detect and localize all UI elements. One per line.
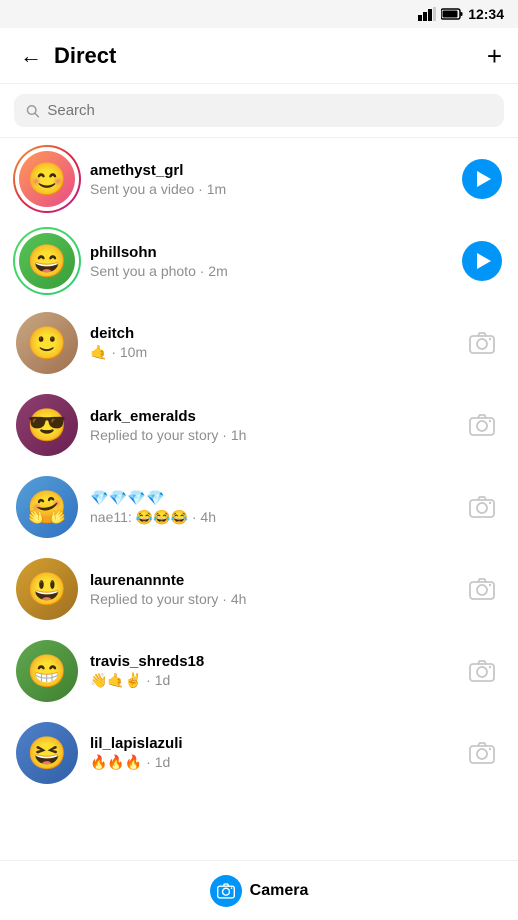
message-preview: 🤙 · 10m: [90, 344, 462, 361]
username: lil_lapislazuli: [90, 735, 462, 752]
search-bar[interactable]: [14, 94, 504, 127]
message-preview: 👋🤙✌ · 1d: [90, 672, 462, 689]
play-button[interactable]: [462, 241, 502, 281]
message-content: deitch 🤙 · 10m: [90, 325, 462, 361]
message-content: lil_lapislazuli 🔥🔥🔥 · 1d: [90, 735, 462, 771]
avatar: 😃: [16, 558, 78, 620]
camera-button[interactable]: Camera: [210, 875, 309, 907]
new-message-button[interactable]: +: [487, 43, 502, 69]
camera-icon: [469, 414, 495, 436]
avatar: 🙂: [16, 312, 78, 374]
list-item[interactable]: 😁 travis_shreds18 👋🤙✌ · 1d: [0, 630, 518, 712]
search-container: [0, 84, 518, 138]
list-item[interactable]: 🤗 💎💎💎💎 nae11: 😂😂😂 · 4h: [0, 466, 518, 548]
status-icons: 12:34: [418, 6, 504, 22]
message-preview: Replied to your story · 4h: [90, 591, 462, 607]
message-content: phillsohn Sent you a photo · 2m: [90, 244, 462, 279]
camera-btn-svg: [217, 883, 235, 899]
camera-action[interactable]: [462, 323, 502, 363]
message-preview: Replied to your story · 1h: [90, 427, 462, 443]
message-preview: 🔥🔥🔥 · 1d: [90, 754, 462, 771]
camera-action[interactable]: [462, 569, 502, 609]
camera-icon: [469, 496, 495, 518]
camera-icon: [469, 578, 495, 600]
list-item[interactable]: 🙂 deitch 🤙 · 10m: [0, 302, 518, 384]
camera-icon: [469, 332, 495, 354]
username: dark_emeralds: [90, 408, 462, 425]
list-item[interactable]: 😄 phillsohn Sent you a photo · 2m: [0, 220, 518, 302]
message-preview: Sent you a video · 1m: [90, 181, 462, 197]
message-preview: nae11: 😂😂😂 · 4h: [90, 509, 462, 526]
username: laurenannnte: [90, 572, 462, 589]
username: amethyst_grl: [90, 162, 462, 179]
bottom-bar: Camera: [0, 860, 518, 920]
message-content: travis_shreds18 👋🤙✌ · 1d: [90, 653, 462, 689]
camera-action[interactable]: [462, 487, 502, 527]
message-content: laurenannnte Replied to your story · 4h: [90, 572, 462, 607]
header: ← Direct +: [0, 28, 518, 84]
avatar: 😁: [16, 640, 78, 702]
camera-icon: [469, 742, 495, 764]
camera-label: Camera: [250, 882, 309, 900]
camera-action[interactable]: [462, 651, 502, 691]
signal-icon: [418, 7, 436, 21]
username: deitch: [90, 325, 462, 342]
avatar: 😊: [16, 148, 78, 210]
search-input[interactable]: [47, 102, 492, 119]
avatar: 😄: [16, 230, 78, 292]
message-content: dark_emeralds Replied to your story · 1h: [90, 408, 462, 443]
camera-btn-icon: [210, 875, 242, 907]
list-item[interactable]: 😃 laurenannnte Replied to your story · 4…: [0, 548, 518, 630]
list-item[interactable]: 😆 lil_lapislazuli 🔥🔥🔥 · 1d: [0, 712, 518, 794]
list-item[interactable]: 😎 dark_emeralds Replied to your story · …: [0, 384, 518, 466]
battery-icon: [441, 8, 463, 20]
avatar: 😎: [16, 394, 78, 456]
header-left: ← Direct: [16, 39, 116, 73]
back-button[interactable]: ←: [16, 39, 46, 73]
avatar: 😆: [16, 722, 78, 784]
status-bar: 12:34: [0, 0, 518, 28]
message-list: 😊 amethyst_grl Sent you a video · 1m 😄: [0, 138, 518, 794]
camera-action[interactable]: [462, 405, 502, 445]
message-content: 💎💎💎💎 nae11: 😂😂😂 · 4h: [90, 489, 462, 526]
search-icon: [26, 104, 39, 118]
page-title: Direct: [54, 43, 116, 69]
username: phillsohn: [90, 244, 462, 261]
username: travis_shreds18: [90, 653, 462, 670]
camera-action[interactable]: [462, 733, 502, 773]
play-button[interactable]: [462, 159, 502, 199]
camera-icon: [469, 660, 495, 682]
avatar: 🤗: [16, 476, 78, 538]
message-preview: Sent you a photo · 2m: [90, 263, 462, 279]
username: 💎💎💎💎: [90, 489, 462, 507]
list-item[interactable]: 😊 amethyst_grl Sent you a video · 1m: [0, 138, 518, 220]
time-display: 12:34: [468, 6, 504, 22]
message-content: amethyst_grl Sent you a video · 1m: [90, 162, 462, 197]
